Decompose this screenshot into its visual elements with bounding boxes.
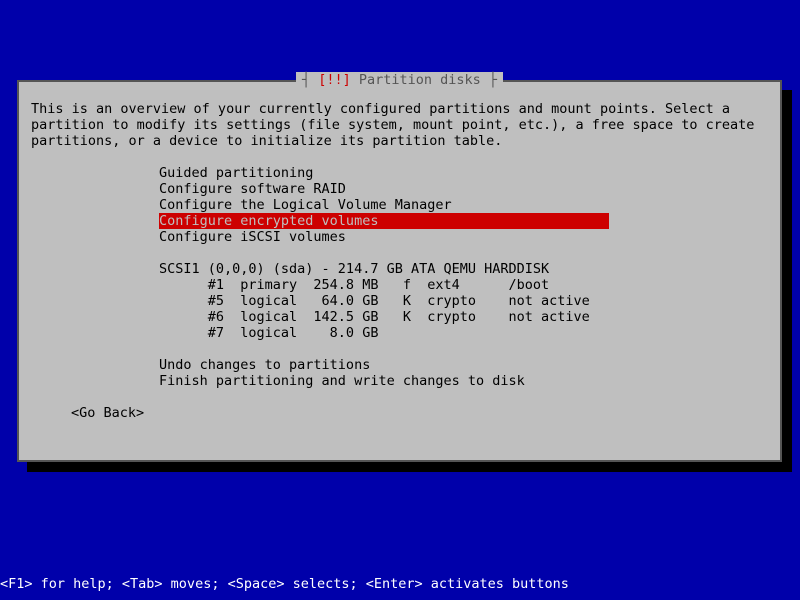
menu-guided-partitioning[interactable]: Guided partitioning bbox=[159, 165, 768, 181]
menu-undo-changes[interactable]: Undo changes to partitions bbox=[159, 357, 768, 373]
menu-configure-lvm[interactable]: Configure the Logical Volume Manager bbox=[159, 197, 768, 213]
partition-row-1[interactable]: #1 primary 254.8 MB f ext4 /boot bbox=[159, 277, 768, 293]
spacer bbox=[31, 341, 768, 357]
dialog-title-wrap: ┤ [!!] Partition disks ├ bbox=[19, 72, 780, 88]
menu-configure-iscsi[interactable]: Configure iSCSI volumes bbox=[159, 229, 768, 245]
disk-header[interactable]: SCSI1 (0,0,0) (sda) - 214.7 GB ATA QEMU … bbox=[159, 261, 768, 277]
menu-configure-raid[interactable]: Configure software RAID bbox=[159, 181, 768, 197]
alert-marker: [!!] bbox=[310, 72, 359, 88]
menu-finish-partitioning[interactable]: Finish partitioning and write changes to… bbox=[159, 373, 768, 389]
go-back-button[interactable]: <Go Back> bbox=[71, 405, 768, 421]
partition-dialog: ┤ [!!] Partition disks ├ This is an over… bbox=[17, 80, 782, 462]
partition-row-5[interactable]: #5 logical 64.0 GB K crypto not active bbox=[159, 293, 768, 309]
partition-row-6[interactable]: #6 logical 142.5 GB K crypto not active bbox=[159, 309, 768, 325]
dialog-title: ┤ [!!] Partition disks ├ bbox=[296, 72, 503, 88]
menu-configure-encrypted[interactable]: Configure encrypted volumes bbox=[159, 213, 609, 229]
intro-text: This is an overview of your currently co… bbox=[31, 101, 768, 149]
main-menu: Guided partitioning Configure software R… bbox=[159, 165, 768, 245]
partition-row-7[interactable]: #7 logical 8.0 GB bbox=[159, 325, 768, 341]
help-bar: <F1> for help; <Tab> moves; <Space> sele… bbox=[0, 576, 569, 592]
